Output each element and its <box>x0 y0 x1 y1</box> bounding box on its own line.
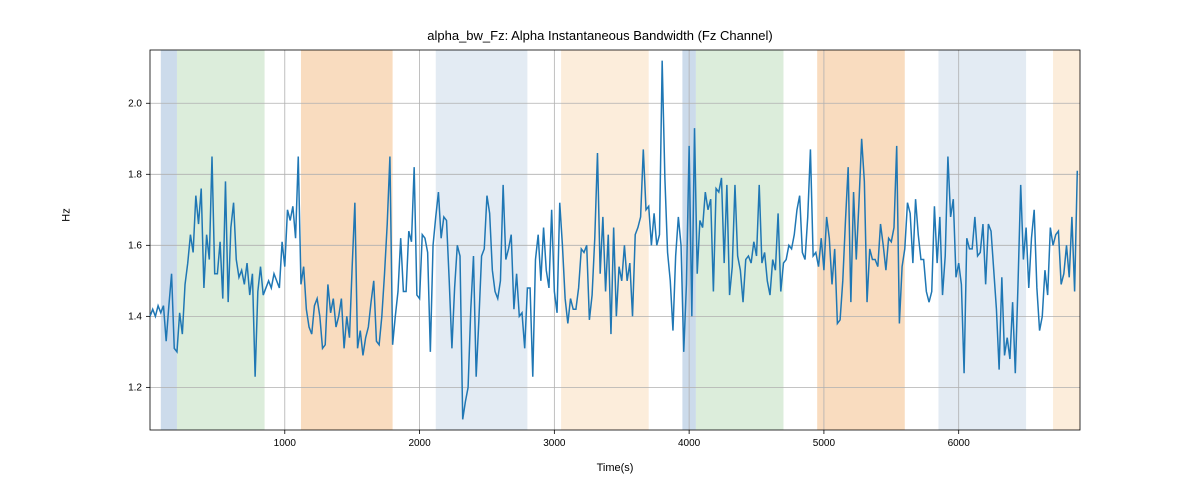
x-tick-label: 4000 <box>678 438 701 449</box>
shaded-region <box>436 50 528 430</box>
x-axis-label: Time(s) <box>150 462 1080 474</box>
shaded-region <box>301 50 393 430</box>
x-tick-label: 1000 <box>274 438 297 449</box>
y-tick-label: 1.4 <box>128 311 142 322</box>
chart-container: alpha_bw_Fz: Alpha Instantaneous Bandwid… <box>0 0 1200 500</box>
y-tick-label: 1.2 <box>128 382 142 393</box>
shaded-region <box>938 50 1026 430</box>
x-tick-label: 5000 <box>813 438 836 449</box>
x-tick-label: 6000 <box>948 438 971 449</box>
chart-title: alpha_bw_Fz: Alpha Instantaneous Bandwid… <box>0 28 1200 43</box>
x-tick-label: 2000 <box>408 438 431 449</box>
x-tick-label: 3000 <box>543 438 566 449</box>
y-tick-label: 1.8 <box>128 169 142 180</box>
shaded-region <box>161 50 177 430</box>
shaded-region <box>696 50 784 430</box>
y-axis-label: Hz <box>60 0 73 430</box>
plot-area: 1000200030004000500060001.21.41.61.82.0 <box>150 50 1080 430</box>
y-tick-label: 1.6 <box>128 240 142 251</box>
y-tick-label: 2.0 <box>128 98 142 109</box>
